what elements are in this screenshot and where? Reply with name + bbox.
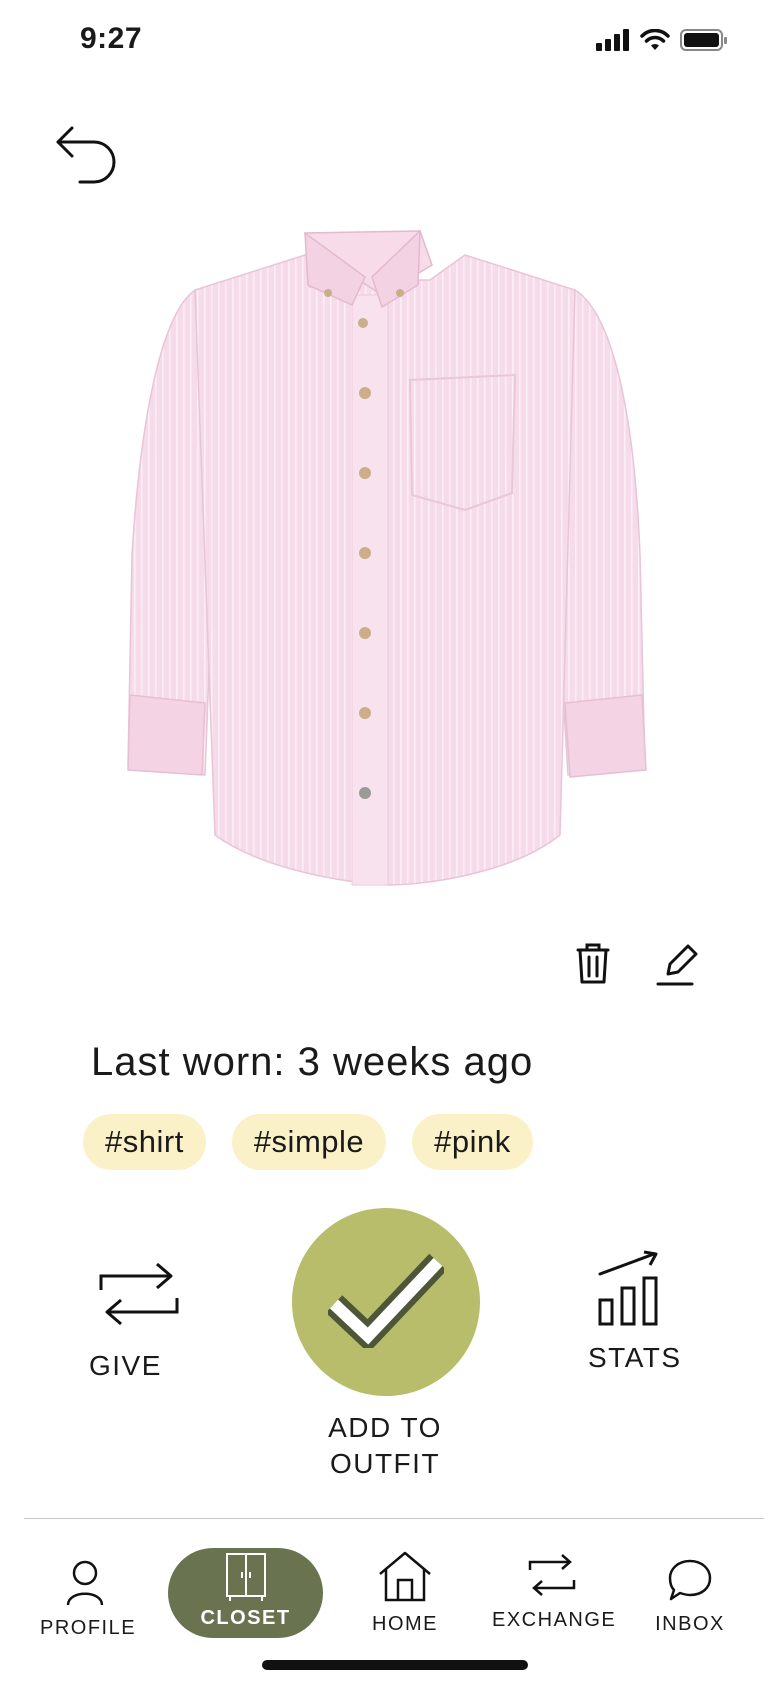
- home-indicator[interactable]: [262, 1660, 528, 1670]
- edit-button[interactable]: [656, 940, 702, 986]
- profile-icon: [66, 1560, 104, 1606]
- add-label-line-2: OUTFIT: [329, 1448, 441, 1479]
- item-image: [120, 225, 660, 945]
- item-actions: [570, 940, 702, 986]
- nav-label-profile: PROFILE: [40, 1617, 137, 1639]
- back-button[interactable]: [54, 124, 124, 184]
- signal-icon: [596, 29, 629, 51]
- add-to-outfit-label: ADD TO OUTFIT: [300, 1410, 470, 1482]
- nav-item-closet[interactable]: CLOSET: [168, 1548, 323, 1638]
- pencil-icon: [656, 944, 698, 986]
- status-time: 9:27: [80, 22, 143, 55]
- last-worn-text: Last worn: 3 weeks ago: [91, 1040, 534, 1084]
- exchange-icon: [528, 1554, 576, 1596]
- checkmark-icon: [328, 1253, 444, 1348]
- give-label: GIVE: [89, 1350, 162, 1381]
- stats-button[interactable]: STATS: [588, 1250, 688, 1373]
- tag-chip[interactable]: #pink: [412, 1114, 533, 1170]
- inbox-icon: [668, 1559, 712, 1601]
- closet-icon: [225, 1553, 266, 1601]
- nav-divider: [24, 1518, 764, 1519]
- tag-list: #shirt #simple #pink: [83, 1114, 533, 1170]
- give-button[interactable]: GIVE: [84, 1258, 194, 1381]
- delete-button[interactable]: [570, 940, 616, 986]
- bottom-nav: PROFILE CLOSET HOME EXCHANGE INBOX: [0, 1540, 780, 1650]
- item-detail-screen: 9:27 Last worn: 3 weeks ago #shirt #simp…: [0, 0, 780, 1702]
- tag-chip[interactable]: #simple: [231, 1114, 387, 1170]
- stats-label: STATS: [588, 1342, 682, 1373]
- add-to-outfit-button[interactable]: [292, 1208, 480, 1396]
- nav-label-home: HOME: [372, 1613, 438, 1635]
- nav-item-home[interactable]: HOME: [360, 1550, 450, 1636]
- swap-arrows-icon: [99, 1262, 179, 1326]
- battery-icon: [680, 29, 727, 51]
- nav-item-exchange[interactable]: EXCHANGE: [492, 1552, 617, 1632]
- tag-chip[interactable]: #shirt: [83, 1114, 206, 1170]
- nav-label-closet: CLOSET: [200, 1607, 291, 1629]
- nav-item-profile[interactable]: PROFILE: [40, 1560, 137, 1640]
- undo-arrow-icon: [56, 126, 116, 184]
- home-icon: [379, 1551, 431, 1602]
- nav-label-exchange: EXCHANGE: [492, 1609, 617, 1631]
- nav-label-inbox: INBOX: [655, 1613, 725, 1635]
- nav-item-inbox[interactable]: INBOX: [650, 1558, 730, 1636]
- wifi-icon: [640, 29, 670, 50]
- trash-icon: [576, 943, 610, 984]
- status-icons: [596, 28, 728, 52]
- bar-chart-icon: [598, 1250, 658, 1326]
- add-label-line-1: ADD TO: [328, 1412, 442, 1443]
